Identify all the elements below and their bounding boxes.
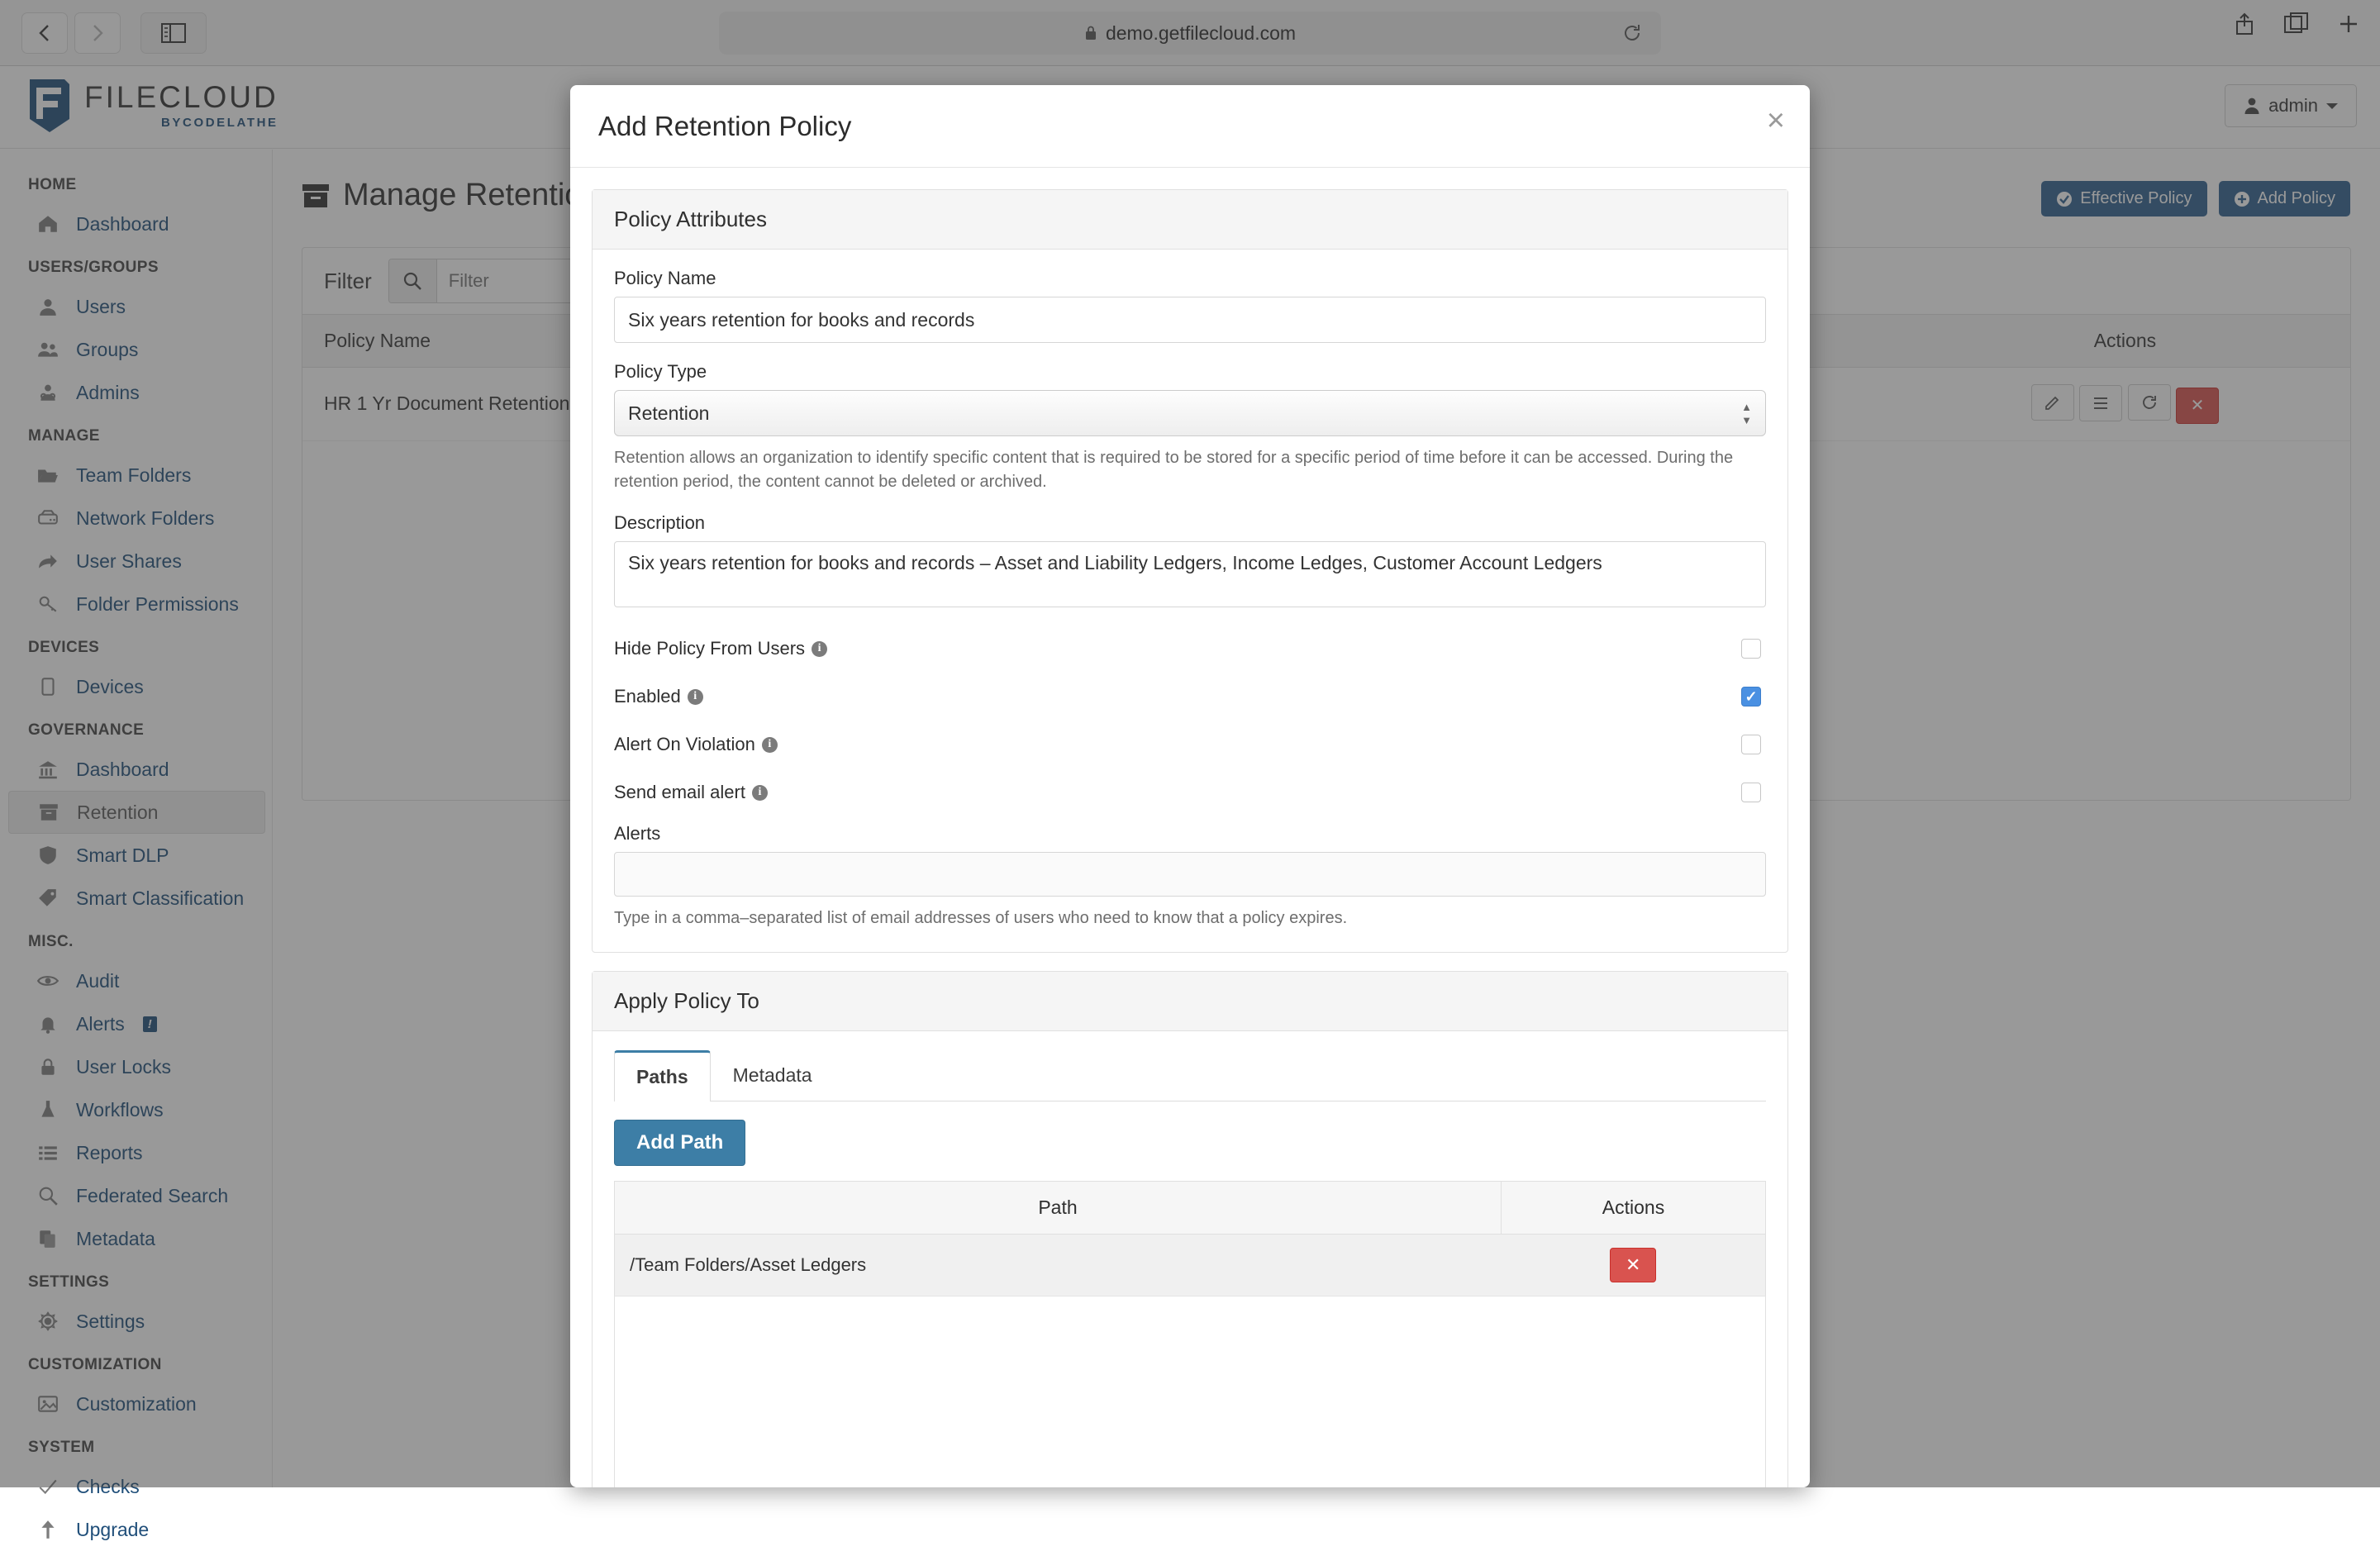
- sidebar-item-label: Upgrade: [76, 1519, 149, 1541]
- policy-attributes-card: Policy Attributes Policy Name Policy Typ…: [592, 189, 1788, 953]
- cell-path: /Team Folders/Asset Ledgers: [615, 1235, 1502, 1296]
- policy-name-input[interactable]: [614, 297, 1766, 343]
- policy-type-select[interactable]: Retention ▲▼: [614, 390, 1766, 436]
- info-icon[interactable]: i: [812, 641, 827, 657]
- info-icon[interactable]: i: [752, 785, 768, 801]
- paths-table-empty-space: [614, 1296, 1766, 1477]
- flag-label-alert-on-violation: Alert On Violationi: [614, 734, 778, 755]
- checkbox-send-email-alert[interactable]: [1741, 783, 1761, 802]
- policy-type-label: Policy Type: [614, 361, 1766, 383]
- policy-name-label: Policy Name: [614, 268, 1766, 289]
- flag-label-send-email-alert: Send email alerti: [614, 782, 768, 803]
- flag-row-enabled: Enabledi: [614, 673, 1766, 721]
- sidebar-item-upgrade[interactable]: Upgrade: [0, 1508, 272, 1551]
- info-icon[interactable]: i: [688, 689, 703, 705]
- select-stepper-icon: ▲▼: [1741, 402, 1752, 426]
- apply-policy-to-card: Apply Policy To Paths Metadata Add Path …: [592, 971, 1788, 1487]
- alerts-label: Alerts: [614, 823, 1766, 844]
- paths-table-header: Path Actions: [615, 1182, 1766, 1235]
- arrow-up-icon: [37, 1519, 59, 1540]
- delete-path-button[interactable]: ✕: [1610, 1248, 1656, 1282]
- policy-type-value: Retention: [628, 402, 709, 425]
- flag-label-enabled: Enabledi: [614, 686, 703, 707]
- paths-table: Path Actions /Team Folders/Asset Ledgers…: [614, 1181, 1766, 1296]
- policy-type-help: Retention allows an organization to iden…: [614, 446, 1766, 494]
- paths-pagination: |◀ ◀ Page of 1 ▶ ▶|: [614, 1477, 1766, 1487]
- flag-label-hide-policy-from-users: Hide Policy From Usersi: [614, 638, 827, 659]
- table-row[interactable]: /Team Folders/Asset Ledgers ✕: [615, 1235, 1766, 1296]
- policy-attributes-body: Policy Name Policy Type Retention ▲▼ Ret…: [593, 250, 1787, 952]
- tab-metadata[interactable]: Metadata: [711, 1050, 835, 1101]
- add-path-button[interactable]: Add Path: [614, 1120, 745, 1166]
- description-label: Description: [614, 512, 1766, 534]
- modal-title: Add Retention Policy: [598, 111, 851, 142]
- info-icon[interactable]: i: [762, 737, 778, 753]
- apply-policy-tabs: Paths Metadata: [614, 1049, 1766, 1101]
- checkbox-hide-policy-from-users[interactable]: [1741, 639, 1761, 659]
- policy-flags-list: Hide Policy From Usersi Enabledi Alert On …: [614, 625, 1766, 816]
- apply-policy-to-title: Apply Policy To: [593, 972, 1787, 1031]
- modal-header: Add Retention Policy ×: [570, 85, 1810, 168]
- alerts-input[interactable]: [614, 852, 1766, 897]
- modal-body: Policy Attributes Policy Name Policy Typ…: [570, 168, 1810, 1487]
- close-icon[interactable]: ×: [1767, 105, 1785, 136]
- col-path-actions: Actions: [1502, 1182, 1766, 1235]
- flag-row-alert-on-violation: Alert On Violationi: [614, 721, 1766, 768]
- cell-path-actions: ✕: [1502, 1235, 1766, 1296]
- arrow-up-icon: [35, 1519, 61, 1540]
- apply-policy-to-body: Paths Metadata Add Path Path Actions /Te…: [593, 1031, 1787, 1487]
- flag-row-send-email-alert: Send email alerti: [614, 768, 1766, 816]
- checkbox-enabled[interactable]: [1741, 687, 1761, 707]
- tab-paths[interactable]: Paths: [614, 1050, 711, 1101]
- checkbox-alert-on-violation[interactable]: [1741, 735, 1761, 754]
- add-retention-policy-dialog: Add Retention Policy × Policy Attributes…: [570, 85, 1810, 1487]
- flag-row-hide-policy-from-users: Hide Policy From Usersi: [614, 625, 1766, 673]
- policy-attributes-title: Policy Attributes: [593, 190, 1787, 250]
- alerts-help: Type in a comma–separated list of email …: [614, 906, 1766, 930]
- col-path: Path: [615, 1182, 1502, 1235]
- description-textarea[interactable]: Six years retention for books and record…: [614, 541, 1766, 607]
